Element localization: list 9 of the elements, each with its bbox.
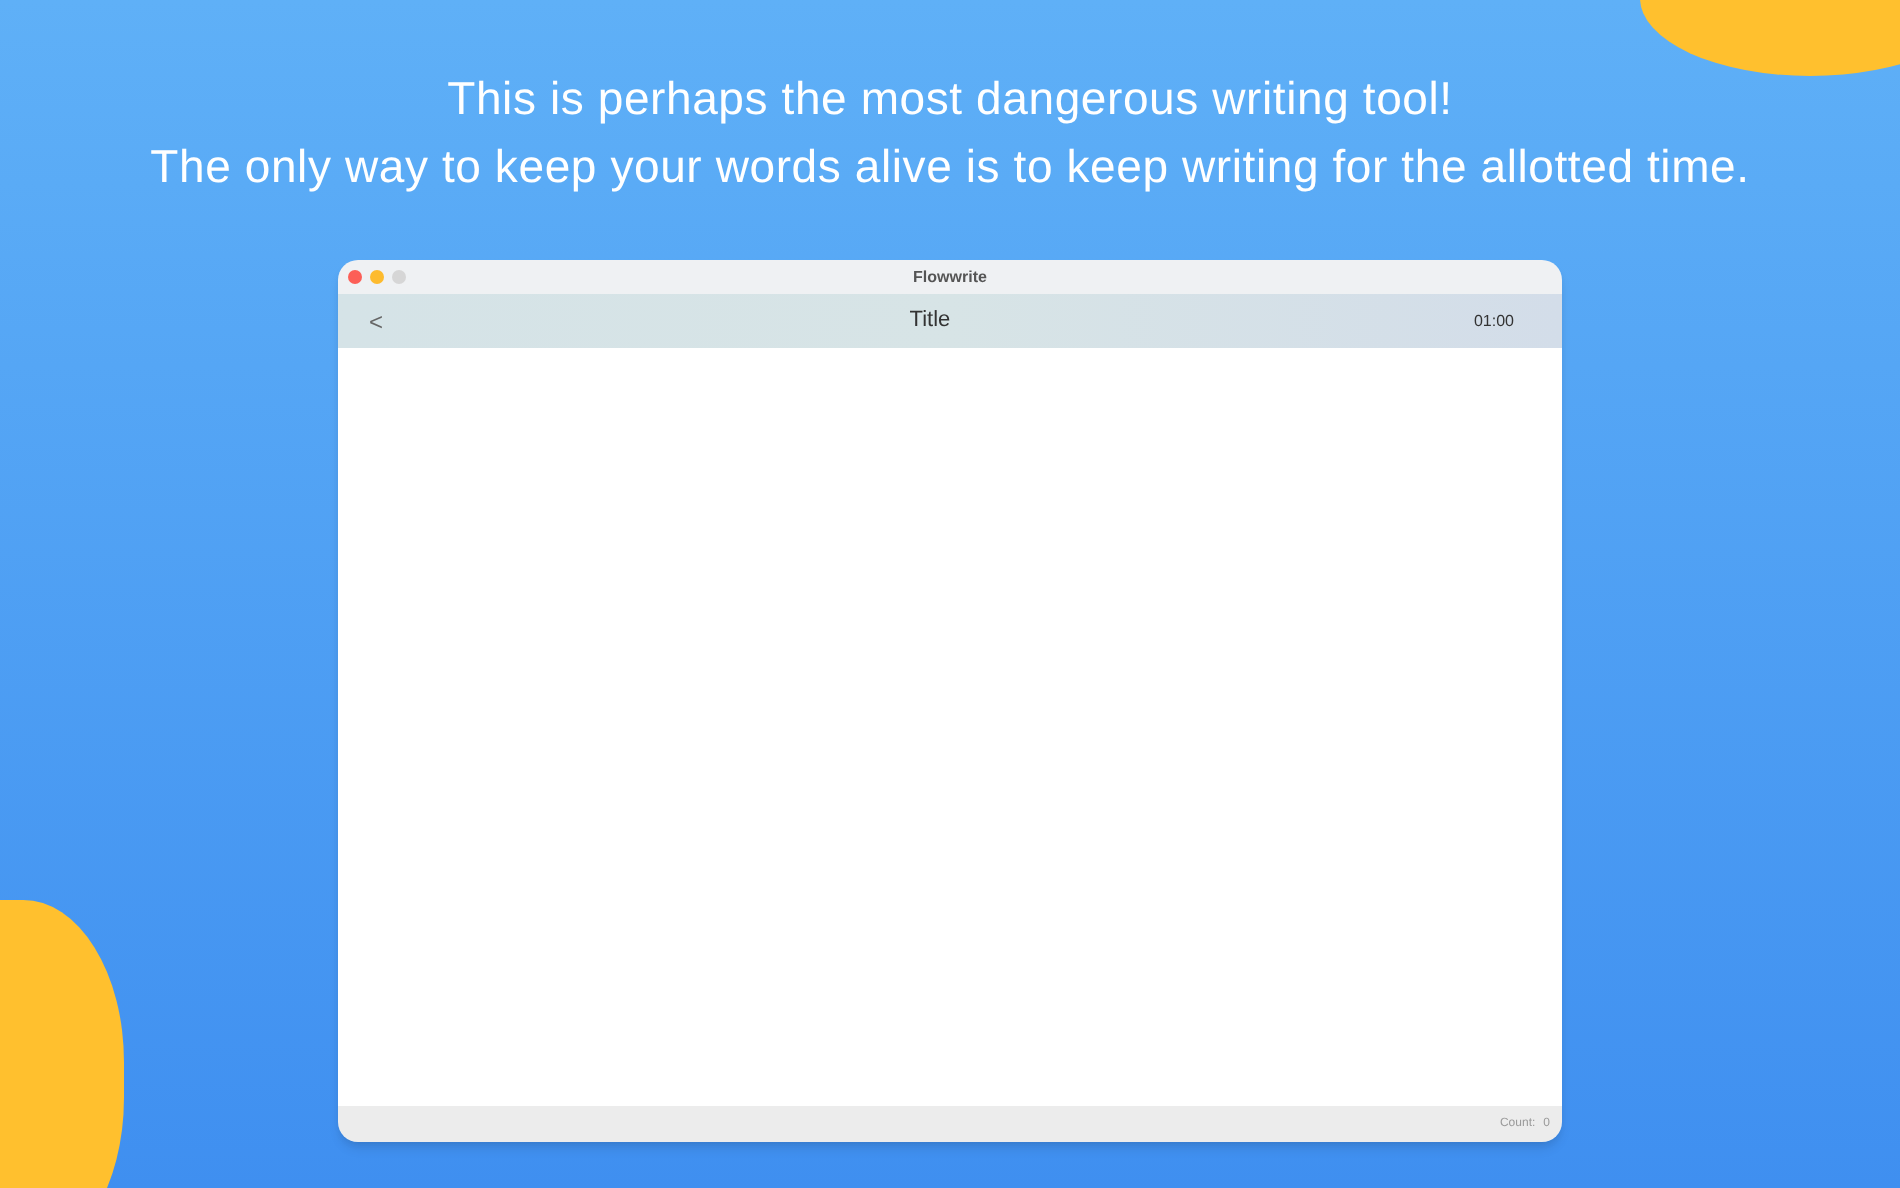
- close-button[interactable]: [348, 270, 362, 284]
- timer-text: 01:00: [1473, 309, 1514, 333]
- headline-text: The only way to keep your words alive is to keep writing for the allotted time.: [150, 138, 1750, 196]
- window-title: Flowwrite: [913, 265, 987, 289]
- minimize-button[interactable]: [370, 270, 384, 284]
- zoom-button[interactable]: [392, 270, 406, 284]
- headline-text: This is perhaps the most dangerous writing tool!: [447, 70, 1453, 128]
- back-button[interactable]: <: [366, 303, 386, 339]
- document-title: Title: [907, 306, 953, 337]
